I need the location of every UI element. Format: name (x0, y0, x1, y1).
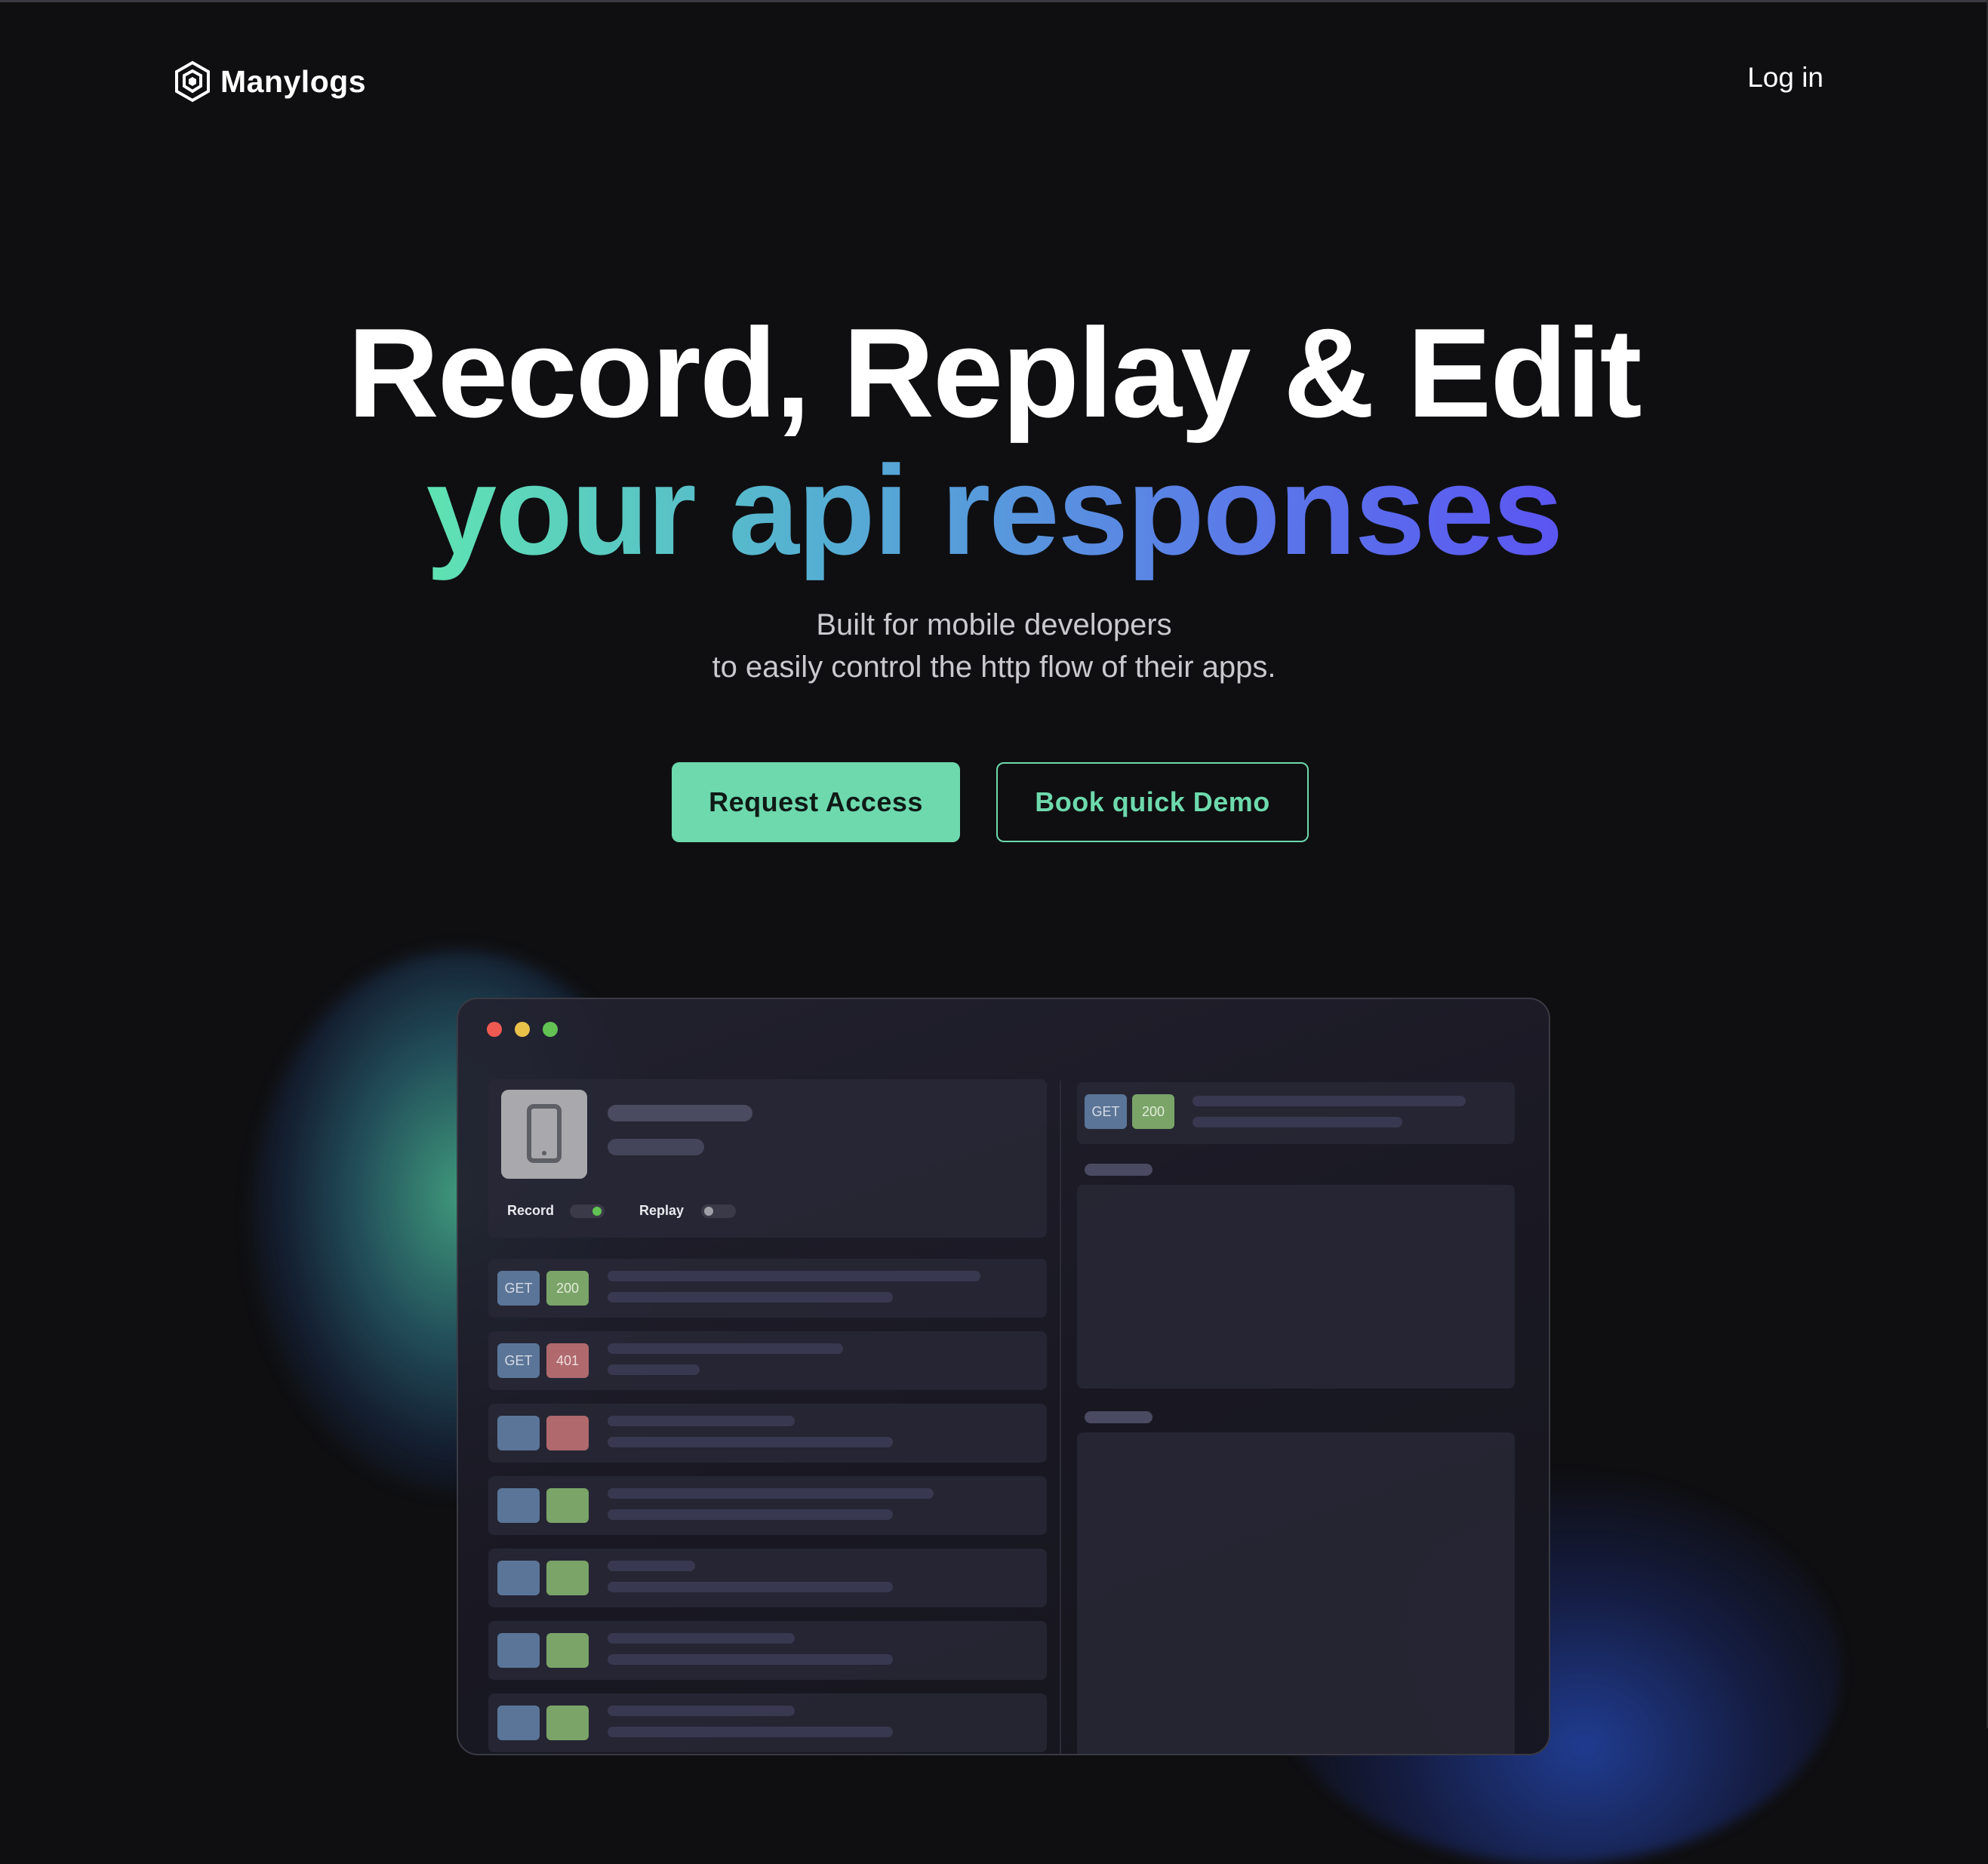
hero-headline-line1: Record, Replay & Edit (347, 302, 1642, 444)
detail-meta-placeholder (1192, 1117, 1402, 1127)
request-url-placeholder (608, 1271, 980, 1281)
request-status-chip (546, 1488, 589, 1523)
request-method-chip (497, 1416, 540, 1450)
panel-divider (1060, 1081, 1061, 1754)
mobile-device-icon (527, 1104, 562, 1163)
request-url-placeholder (608, 1633, 795, 1644)
request-section-label (1085, 1164, 1152, 1176)
login-link[interactable]: Log in (1747, 62, 1823, 94)
device-thumbnail (501, 1090, 587, 1179)
replay-label: Replay (639, 1203, 685, 1218)
record-toggle[interactable] (570, 1204, 605, 1218)
brand-name: Manylogs (220, 63, 367, 99)
window-close-dot (487, 1022, 502, 1037)
detail-method-chip: GET (1085, 1094, 1127, 1129)
window-maximize-dot (543, 1022, 558, 1037)
request-url-placeholder (608, 1343, 843, 1354)
request-status-chip (546, 1561, 589, 1595)
brand-logo[interactable]: Manylogs (174, 60, 366, 103)
response-section-label (1085, 1411, 1152, 1423)
request-status-chip (546, 1706, 589, 1740)
request-meta-placeholder (608, 1654, 893, 1665)
request-status-chip: 401 (546, 1343, 589, 1378)
top-border (0, 0, 1988, 2)
app-preview-window: Record Replay GET 200 GET 401 GET 200 (457, 998, 1550, 1755)
hero-subtitle-line1: Built for mobile developers (816, 608, 1172, 641)
request-status-chip: 200 (546, 1271, 589, 1306)
request-method-chip (497, 1561, 540, 1595)
request-method-chip: GET (497, 1271, 540, 1306)
hero-subtitle: Built for mobile developers to easily co… (0, 604, 1988, 688)
device-name-placeholder (608, 1105, 752, 1121)
response-body-panel (1077, 1432, 1515, 1754)
request-url-placeholder (608, 1561, 695, 1571)
request-meta-placeholder (608, 1727, 893, 1737)
hero-subtitle-line2: to easily control the http flow of their… (712, 651, 1276, 684)
request-status-chip (546, 1416, 589, 1450)
request-method-chip (497, 1488, 540, 1523)
request-url-placeholder (608, 1416, 795, 1426)
record-label: Record (507, 1203, 555, 1218)
replay-toggle[interactable] (701, 1204, 736, 1218)
record-toggle-knob (592, 1207, 602, 1216)
request-url-placeholder (608, 1488, 934, 1499)
request-meta-placeholder (608, 1437, 893, 1447)
request-url-placeholder (608, 1706, 795, 1716)
book-demo-button[interactable]: Book quick Demo (996, 762, 1309, 842)
hero-headline-gradient: your api responses (426, 439, 1564, 581)
request-method-chip (497, 1706, 540, 1740)
request-body-panel (1077, 1185, 1515, 1389)
detail-url-placeholder (1192, 1096, 1466, 1106)
logo-hexagon-icon (175, 60, 210, 103)
hero-headline-line2: your api responses (0, 447, 1988, 574)
request-status-chip (546, 1633, 589, 1668)
request-meta-placeholder (608, 1292, 893, 1303)
request-meta-placeholder (608, 1509, 893, 1520)
request-method-chip: GET (497, 1343, 540, 1378)
device-info-placeholder (608, 1139, 704, 1155)
request-method-chip (497, 1633, 540, 1668)
request-access-button[interactable]: Request Access (672, 762, 960, 842)
detail-status-chip: 200 (1132, 1094, 1174, 1129)
request-meta-placeholder (608, 1364, 700, 1375)
request-meta-placeholder (608, 1582, 893, 1592)
replay-toggle-knob (704, 1207, 713, 1216)
window-minimize-dot (515, 1022, 530, 1037)
